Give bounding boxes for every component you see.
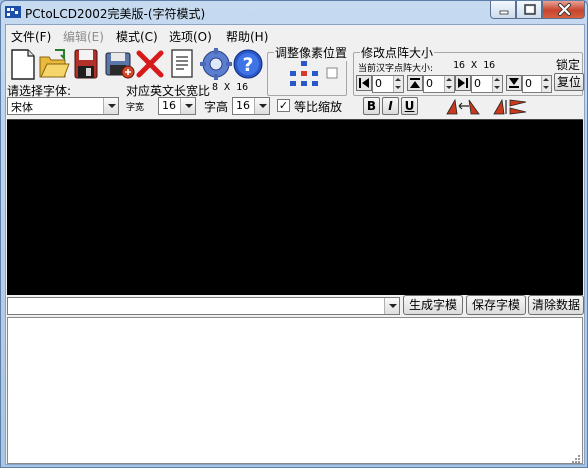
chevron-down-icon[interactable]	[103, 98, 118, 114]
help-button[interactable]: ?	[232, 47, 264, 81]
open-file-button[interactable]	[38, 47, 70, 81]
text-input-combo[interactable]	[7, 297, 400, 315]
current-size-label: 当前汉字点阵大小:	[358, 64, 434, 74]
spinner-updown[interactable]	[393, 76, 403, 92]
spinner-left[interactable]: 0	[372, 75, 404, 93]
svg-text:?: ?	[242, 54, 253, 76]
mirror-horizontal-icon[interactable]	[445, 96, 481, 116]
title-bar[interactable]: PCtoLCD2002完美版-(字符模式)	[1, 1, 587, 23]
clear-data-button[interactable]: 清除数据	[528, 295, 584, 315]
char-height-label: 字高	[204, 100, 229, 114]
arrow-down-icon	[509, 78, 519, 88]
resize-grip-icon[interactable]	[572, 455, 581, 464]
spinner-updown[interactable]	[541, 76, 551, 92]
notes-button[interactable]	[166, 47, 198, 81]
dot-matrix-canvas[interactable]	[7, 119, 583, 295]
save-disk-icon	[74, 49, 98, 79]
chevron-down-icon[interactable]	[180, 98, 195, 114]
shrink-bottom-button[interactable]	[506, 75, 522, 91]
delete-x-icon	[136, 50, 164, 78]
arrow-up-icon	[410, 78, 420, 88]
shrink-right-button[interactable]	[455, 75, 471, 91]
output-textarea[interactable]	[7, 317, 583, 464]
shrink-top-button[interactable]	[407, 75, 423, 91]
dot-matrix-title: 修改点阵大小	[360, 44, 435, 61]
minimize-icon	[499, 10, 509, 15]
pixel-position-arrows-icon	[290, 61, 338, 86]
maximize-icon	[524, 4, 536, 15]
client-area: 文件(F) 编辑(E) 模式(C) 选项(O) 帮助(H) ? 调整像素位置 修…	[5, 24, 585, 465]
proportional-checkbox[interactable]: ✓	[277, 99, 290, 112]
shrink-left-button[interactable]	[356, 75, 372, 91]
settings-gear-icon	[200, 48, 232, 80]
mirror-vertical-icon[interactable]	[492, 96, 528, 116]
spinner-top[interactable]: 0	[423, 75, 455, 93]
ratio-value: 8 X 16	[212, 82, 249, 93]
help-question-icon: ?	[233, 49, 263, 79]
save-model-button[interactable]: 保存字模	[466, 295, 526, 315]
spinner-bottom[interactable]: 0	[522, 75, 552, 93]
app-icon	[5, 6, 21, 18]
arrow-left-icon	[359, 78, 369, 88]
spinner-updown[interactable]	[444, 76, 454, 92]
font-select[interactable]: 宋体	[7, 97, 119, 115]
close-icon	[558, 3, 571, 16]
delete-button[interactable]	[134, 47, 166, 81]
close-button[interactable]	[542, 1, 585, 19]
italic-button[interactable]: I	[382, 97, 399, 115]
menu-mode[interactable]: 模式(C)	[116, 28, 158, 45]
menu-bar: 文件(F) 编辑(E) 模式(C) 选项(O) 帮助(H)	[6, 25, 584, 45]
save-as-icon	[105, 52, 135, 79]
lock-label[interactable]: 锁定	[556, 56, 580, 73]
char-width-label: 字宽	[126, 103, 145, 113]
new-file-icon	[11, 49, 35, 80]
menu-help[interactable]: 帮助(H)	[226, 28, 268, 45]
chevron-down-icon[interactable]	[384, 298, 399, 314]
menu-edit[interactable]: 编辑(E)	[63, 28, 104, 45]
save-button[interactable]	[70, 47, 102, 81]
maximize-button[interactable]	[516, 1, 542, 19]
new-file-button[interactable]	[7, 47, 39, 81]
settings-button[interactable]	[200, 47, 232, 81]
bold-button[interactable]: B	[363, 97, 380, 115]
open-folder-icon	[39, 49, 70, 78]
generate-button[interactable]: 生成字模	[403, 295, 463, 315]
minimize-button[interactable]	[490, 1, 516, 19]
char-width-select[interactable]: 16	[158, 97, 196, 115]
menu-file[interactable]: 文件(F)	[11, 28, 51, 45]
spinner-right[interactable]: 0	[471, 75, 503, 93]
chevron-down-icon[interactable]	[254, 98, 269, 114]
font-select-value: 宋体	[11, 101, 33, 114]
spinner-updown[interactable]	[492, 76, 502, 92]
save-as-button[interactable]	[103, 47, 135, 81]
notes-icon	[171, 49, 193, 78]
restore-button[interactable]: 复位	[554, 73, 584, 91]
pixel-position-group: 调整像素位置	[267, 44, 349, 96]
app-window: PCtoLCD2002完美版-(字符模式) 文件(F) 编辑(E) 模式(C) …	[0, 0, 588, 468]
arrow-right-icon	[458, 78, 468, 88]
char-height-select[interactable]: 16	[232, 97, 270, 115]
current-size-value: 16 X 16	[453, 60, 496, 71]
menu-options[interactable]: 选项(O)	[169, 28, 212, 45]
window-title: PCtoLCD2002完美版-(字符模式)	[25, 7, 206, 21]
underline-button[interactable]: U	[401, 97, 418, 115]
proportional-label: 等比缩放	[294, 100, 343, 114]
